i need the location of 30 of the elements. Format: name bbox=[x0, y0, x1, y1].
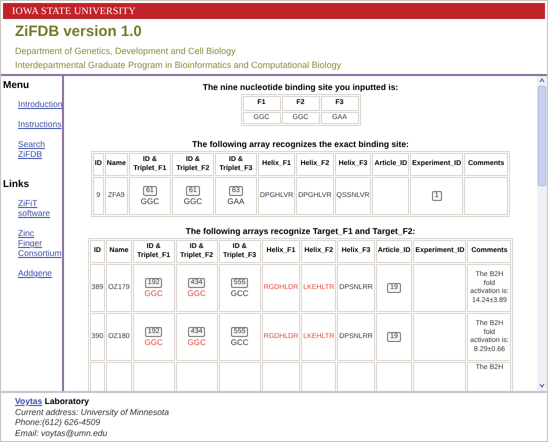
triplet-text: GAA bbox=[226, 198, 246, 206]
scrollbar[interactable] bbox=[537, 76, 547, 391]
sidebar-link[interactable]: Introduction bbox=[18, 99, 60, 109]
triplet-text: GGC bbox=[144, 290, 164, 298]
sidebar-link[interactable]: Search ZiFDB bbox=[18, 139, 60, 159]
sidebar-link[interactable]: ZiFiT software bbox=[18, 198, 60, 218]
lab-label: Laboratory bbox=[44, 396, 90, 406]
department-text: Department of Genetics, Development and Cell Biology bbox=[15, 45, 237, 57]
triplet-text: GGC bbox=[186, 339, 207, 348]
sidebar-link[interactable]: Zinc Finger Consortium bbox=[18, 228, 60, 258]
university-name: IOWA STATE UNIVERSITY bbox=[12, 6, 136, 16]
section-caption: The following arrays recognize Target_F1 and Target_F2: bbox=[186, 226, 416, 236]
triplet-text: GGC bbox=[144, 339, 164, 348]
section-caption: The following array recognizes the exact binding site: bbox=[192, 139, 409, 149]
contact-text: Current address: University of Minnesota bbox=[15, 406, 170, 417]
triplet-text: GGC bbox=[140, 198, 160, 206]
triplet-text: GGC bbox=[182, 198, 203, 206]
sidebar-link[interactable]: Instructions bbox=[18, 119, 60, 129]
triplet-text: GCC bbox=[230, 339, 250, 348]
triplet-text: GGC bbox=[186, 290, 207, 298]
sidebar-heading: Links bbox=[3, 179, 30, 190]
sidebar-heading: Menu bbox=[3, 80, 30, 91]
section-caption: The nine nucleotide binding site you inputted is: bbox=[202, 82, 398, 92]
sidebar-link[interactable]: Addgene bbox=[18, 268, 60, 278]
department-text: Interdepartmental Graduate Program in Bioinformatics and Computational Biology bbox=[15, 59, 342, 71]
site-title: ZiFDB version 1.0 bbox=[15, 23, 143, 40]
contact-text: Email: voytas@umn.edu bbox=[15, 428, 108, 438]
lab-link[interactable]: Voytas bbox=[15, 396, 42, 406]
triplet-text: GCC bbox=[230, 290, 250, 298]
contact-text: Phone:(612) 626-4509 bbox=[15, 417, 102, 428]
